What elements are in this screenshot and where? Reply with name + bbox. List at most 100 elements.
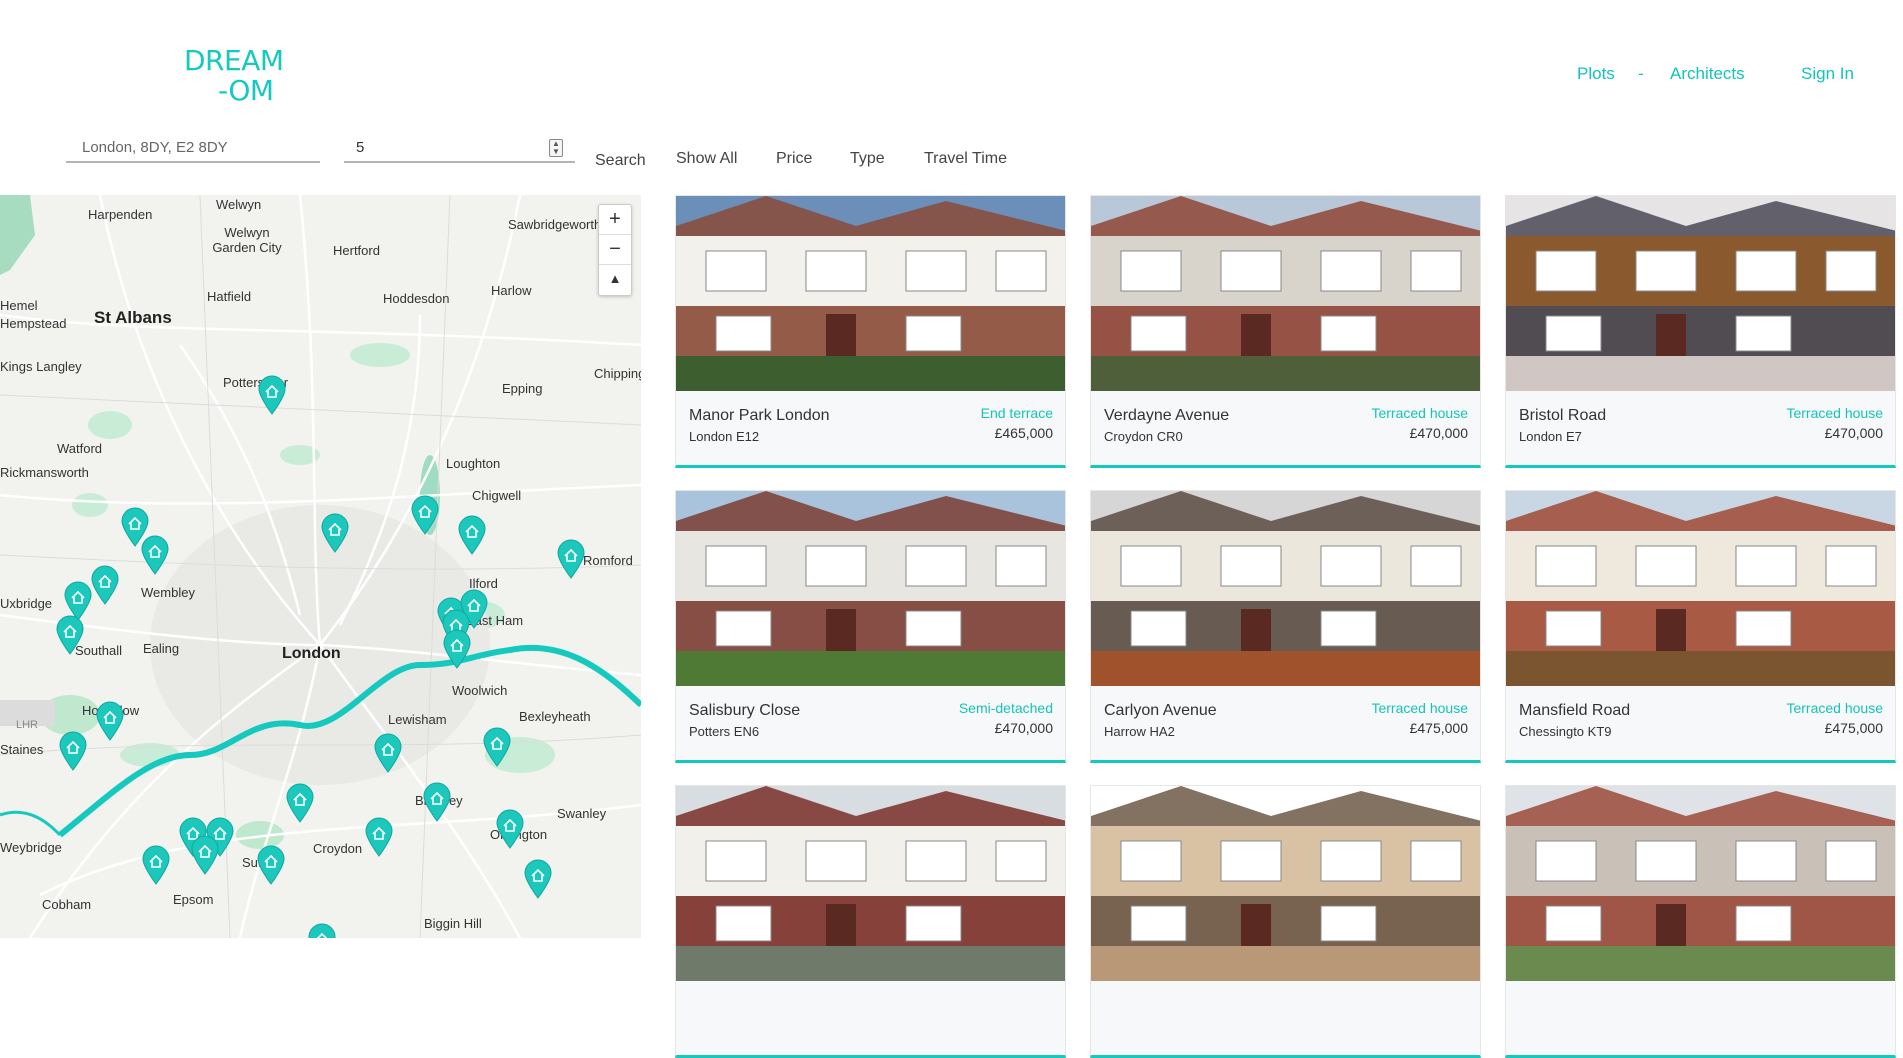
listing-card[interactable] [675,785,1066,1058]
listing-type: Terraced house [1786,405,1883,421]
map-label: Hempstead [0,316,67,331]
listing-photo[interactable] [1506,491,1895,686]
listing-area: Croydon CR0 [1104,429,1183,444]
listing-card[interactable] [1090,785,1481,1058]
filter-type[interactable]: Type [850,150,885,168]
map-label: Uxbridge [0,596,53,611]
property-pin-icon[interactable] [141,845,171,885]
property-pin-icon[interactable] [90,565,120,605]
radius-input[interactable] [344,133,575,156]
listing-photo[interactable] [676,786,1065,981]
map-label: Biggin Hill [424,916,482,931]
filter-travel-time[interactable]: Travel Time [924,150,1007,168]
listing-photo[interactable] [676,491,1065,686]
map-label: Croydon [313,841,363,856]
listing-card[interactable]: Mansfield Road Chessingto KT9 Terraced h… [1505,490,1896,763]
map-label: Hatfield [207,289,252,304]
sign-in-link[interactable]: Sign In [1801,64,1854,84]
listing-photo[interactable] [1506,196,1895,391]
listing-card[interactable]: Salisbury Close Potters EN6 Semi-detache… [675,490,1066,763]
listing-name: Verdayne Avenue [1104,407,1230,424]
map-label: Epsom [173,892,214,907]
property-pin-icon[interactable] [422,782,452,822]
map-label: Bexleyheath [519,709,591,724]
map-label: Lewisham [388,712,447,727]
filter-price[interactable]: Price [776,150,812,168]
map-label: Swanley [557,806,607,821]
map-label: Chipping [594,366,641,381]
brand-line-1: DREAM [184,44,284,77]
property-pin-icon[interactable] [523,859,553,899]
listing-name: Mansfield Road [1519,702,1631,719]
map-label: Wembley [141,585,195,600]
property-pin-icon[interactable] [556,539,586,579]
nav-architects-link[interactable]: Architects [1670,64,1745,84]
listing-name: Carlyon Avenue [1104,702,1217,719]
property-pin-icon[interactable] [482,727,512,767]
property-pin-icon[interactable] [285,783,315,823]
map-label: Staines [0,742,44,757]
listing-photo[interactable] [1091,196,1480,391]
listing-photo[interactable] [1091,786,1480,981]
brand-logo[interactable]: DREAM -OM [184,46,294,106]
listing-area: London E7 [1519,429,1582,444]
property-pin-icon[interactable] [495,809,525,849]
location-field[interactable] [66,133,320,163]
property-pin-icon[interactable] [256,845,286,885]
listing-area: Chessingto KT9 [1519,724,1612,739]
property-pin-icon[interactable] [58,731,88,771]
listing-card[interactable]: Bristol Road London E7 Terraced house £4… [1505,195,1896,468]
listing-card[interactable]: Verdayne Avenue Croydon CR0 Terraced hou… [1090,195,1481,468]
property-pin-icon[interactable] [373,733,403,773]
zoom-in-button[interactable]: + [599,205,631,235]
listing-type: End terrace [980,405,1053,421]
property-pin-icon[interactable] [140,535,170,575]
nav-plots-link[interactable]: Plots [1577,64,1615,84]
location-input[interactable] [66,133,320,156]
listing-area: Harrow HA2 [1104,724,1175,739]
map-label: Kings Langley [0,359,82,374]
map-label: Harlow [491,283,532,298]
property-pin-icon[interactable] [320,513,350,553]
listing-card[interactable] [1505,785,1896,1058]
listing-price: £475,000 [1409,720,1468,736]
property-pin-icon[interactable] [364,817,394,857]
map-label: Romford [583,553,633,568]
reset-north-button[interactable]: ▲ [599,265,631,295]
map-label: Welwyn [216,197,262,212]
map-label: Cobham [42,897,92,912]
property-pin-icon[interactable] [410,495,440,535]
listing-type: Terraced house [1371,700,1468,716]
property-map[interactable]: Harpenden Welwyn Welwyn Garden City Hert… [0,195,641,938]
listing-area: Potters EN6 [689,724,760,739]
map-label: Welwyn Garden City [212,225,282,255]
listing-card[interactable]: Carlyon Avenue Harrow HA2 Terraced house… [1090,490,1481,763]
property-pin-icon[interactable] [457,515,487,555]
map-label: Watford [57,441,103,456]
map-label: Epping [502,381,543,396]
filter-show-all[interactable]: Show All [676,150,737,168]
listing-photo[interactable] [1506,786,1895,981]
property-pin-icon[interactable] [442,629,472,669]
map-label: London [282,645,341,662]
zoom-out-button[interactable]: − [599,235,631,265]
radius-stepper[interactable]: ▲ ▼ [549,139,563,157]
listing-type: Terraced house [1371,405,1468,421]
listing-photo[interactable] [676,196,1065,391]
map-label: Ealing [143,641,180,656]
property-pin-icon[interactable] [307,923,337,938]
property-pin-icon[interactable] [190,835,220,875]
property-pin-icon[interactable] [95,701,125,741]
property-pin-icon[interactable] [257,375,287,415]
property-pin-icon[interactable] [55,615,85,655]
map-label: Hertford [333,243,380,258]
listing-price: £470,000 [1409,425,1468,441]
search-button[interactable]: Search [595,152,646,170]
radius-field[interactable]: ▲▼ [344,133,575,163]
map-zoom-controls: + − ▲ [598,204,632,296]
map-label: Loughton [446,456,501,471]
listing-area: London E12 [689,429,760,444]
listing-photo[interactable] [1091,491,1480,686]
listing-card[interactable]: Manor Park London London E12 End terrace… [675,195,1066,468]
listing-type: Terraced house [1786,700,1883,716]
